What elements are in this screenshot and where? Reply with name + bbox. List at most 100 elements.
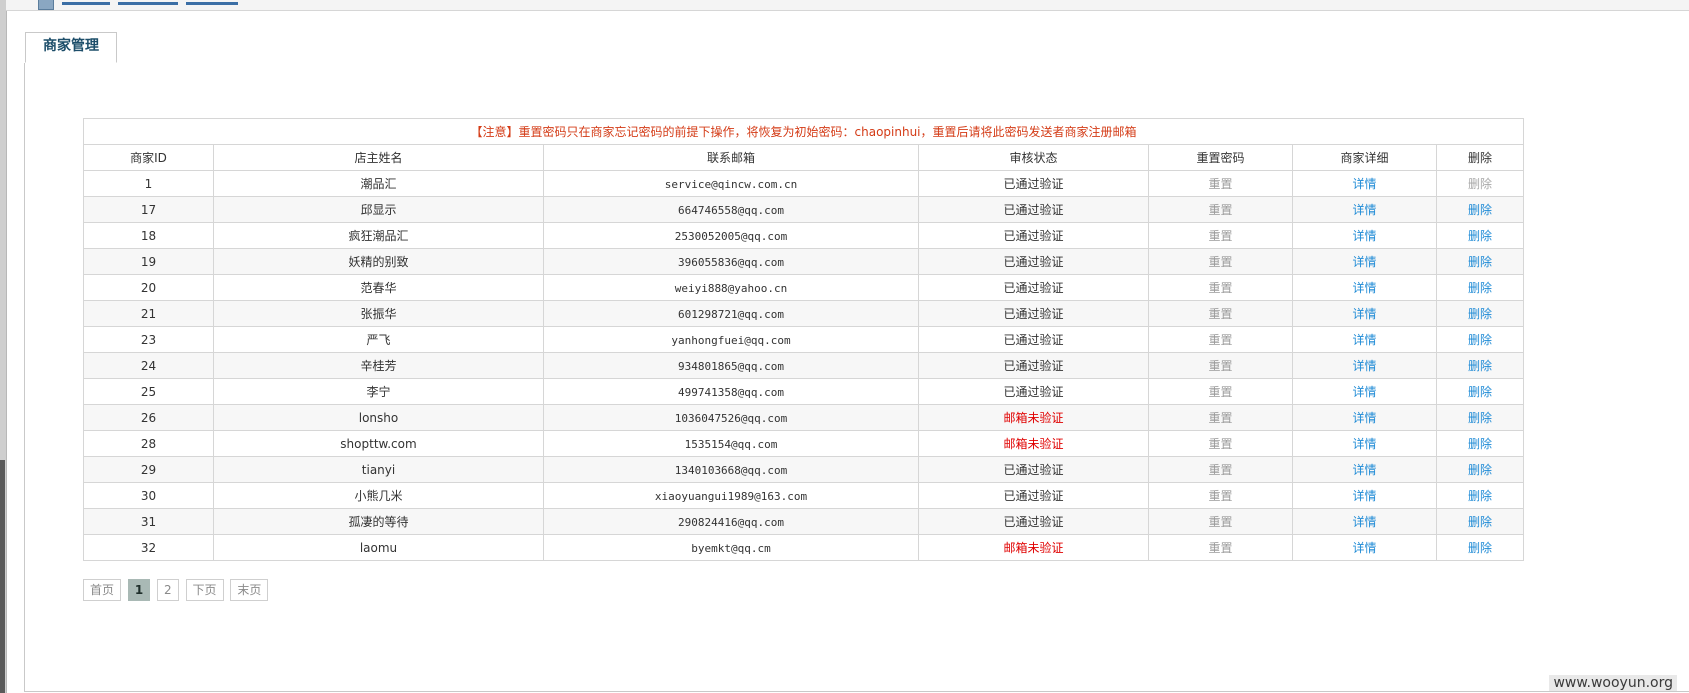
first-page-button[interactable]: 首页 bbox=[83, 579, 122, 601]
reset-password-button[interactable]: 重置 bbox=[1208, 203, 1232, 217]
delete-link-wrap: 删除 bbox=[1435, 274, 1525, 301]
delete-link-wrap: 删除 bbox=[1435, 352, 1525, 379]
page-2-button[interactable]: 2 bbox=[157, 579, 179, 601]
delete-link[interactable]: 删除 bbox=[1468, 203, 1492, 217]
status-cell: 已通过验证 bbox=[1003, 307, 1064, 321]
reset-password-button[interactable]: 重置 bbox=[1208, 177, 1232, 191]
email-cell-wrap: 499741358@qq.com bbox=[543, 378, 919, 405]
merchant-id-cell: 24 bbox=[140, 358, 157, 373]
detail-link-wrap: 详情 bbox=[1292, 456, 1437, 483]
column-header-detail: 商家详细 bbox=[1292, 144, 1437, 171]
email-cell: weiyi888@yahoo.cn bbox=[674, 281, 788, 295]
delete-link[interactable]: 删除 bbox=[1468, 515, 1492, 529]
delete-link[interactable]: 删除 bbox=[1468, 359, 1492, 373]
detail-link[interactable]: 详情 bbox=[1352, 515, 1376, 529]
email-cell-wrap: 934801865@qq.com bbox=[543, 352, 919, 379]
detail-link[interactable]: 详情 bbox=[1352, 203, 1376, 217]
table-row: 25 李宁 499741358@qq.com 已通过验证 重置 详情 删除 bbox=[83, 378, 1525, 405]
detail-link[interactable]: 详情 bbox=[1352, 255, 1376, 269]
last-page-button[interactable]: 末页 bbox=[230, 579, 269, 601]
detail-link[interactable]: 详情 bbox=[1352, 359, 1376, 373]
delete-link[interactable]: 删除 bbox=[1468, 541, 1492, 555]
reset-password-button[interactable]: 重置 bbox=[1208, 281, 1232, 295]
page-1-button[interactable]: 1 bbox=[127, 579, 151, 601]
owner-name-cell-wrap: 疯狂潮品汇 bbox=[213, 222, 544, 249]
reset-password-button[interactable]: 重置 bbox=[1208, 333, 1232, 347]
detail-link[interactable]: 详情 bbox=[1352, 411, 1376, 425]
reset-password-button[interactable]: 重置 bbox=[1208, 229, 1232, 243]
email-cell-wrap: 2530052005@qq.com bbox=[543, 222, 919, 249]
email-cell-wrap: byemkt@qq.cm bbox=[543, 534, 919, 561]
detail-link[interactable]: 详情 bbox=[1352, 489, 1376, 503]
status-cell-wrap: 已通过验证 bbox=[918, 274, 1149, 301]
owner-name-cell-wrap: 范春华 bbox=[213, 274, 544, 301]
detail-link-wrap: 详情 bbox=[1292, 482, 1437, 509]
detail-link[interactable]: 详情 bbox=[1352, 229, 1376, 243]
status-cell: 已通过验证 bbox=[1003, 255, 1064, 269]
detail-link[interactable]: 详情 bbox=[1352, 333, 1376, 347]
delete-link: 删除 bbox=[1468, 177, 1493, 191]
reset-password-button-wrap: 重置 bbox=[1148, 352, 1293, 379]
reset-password-button[interactable]: 重置 bbox=[1208, 411, 1232, 425]
reset-password-button[interactable]: 重置 bbox=[1208, 385, 1232, 399]
email-cell-wrap: yanhongfuei@qq.com bbox=[543, 326, 919, 353]
delete-link[interactable]: 删除 bbox=[1468, 333, 1492, 347]
owner-name-cell-wrap: 辛桂芳 bbox=[213, 352, 544, 379]
detail-link[interactable]: 详情 bbox=[1352, 437, 1376, 451]
status-cell-wrap: 已通过验证 bbox=[918, 170, 1149, 197]
delete-link-wrap: 删除 bbox=[1435, 222, 1525, 249]
email-cell: 396055836@qq.com bbox=[678, 255, 784, 269]
status-cell: 已通过验证 bbox=[1003, 177, 1064, 191]
owner-name-cell: 张振华 bbox=[360, 307, 397, 321]
column-header-owner: 店主姓名 bbox=[213, 144, 544, 171]
delete-link[interactable]: 删除 bbox=[1468, 411, 1492, 425]
reset-password-button-wrap: 重置 bbox=[1148, 404, 1293, 431]
delete-link[interactable]: 删除 bbox=[1468, 255, 1492, 269]
delete-link-wrap: 删除 bbox=[1435, 508, 1525, 535]
delete-link[interactable]: 删除 bbox=[1468, 385, 1492, 399]
status-cell: 邮箱未验证 bbox=[1003, 541, 1064, 555]
detail-link[interactable]: 详情 bbox=[1352, 541, 1376, 555]
delete-link[interactable]: 删除 bbox=[1468, 229, 1492, 243]
delete-link[interactable]: 删除 bbox=[1468, 281, 1492, 295]
table-row: 17 邱显示 664746558@qq.com 已通过验证 重置 详情 删除 bbox=[83, 196, 1525, 223]
owner-name-cell-wrap: 小熊几米 bbox=[213, 482, 544, 509]
detail-link-wrap: 详情 bbox=[1292, 222, 1437, 249]
detail-link[interactable]: 详情 bbox=[1352, 307, 1376, 321]
detail-link[interactable]: 详情 bbox=[1352, 463, 1376, 477]
status-cell: 邮箱未验证 bbox=[1003, 411, 1064, 425]
reset-password-button[interactable]: 重置 bbox=[1208, 515, 1232, 529]
merchant-id-cell-wrap: 17 bbox=[83, 196, 214, 223]
delete-link[interactable]: 删除 bbox=[1468, 307, 1492, 321]
status-cell: 已通过验证 bbox=[1003, 489, 1064, 503]
delete-link[interactable]: 删除 bbox=[1468, 463, 1492, 477]
next-page-button[interactable]: 下页 bbox=[185, 579, 224, 601]
detail-link[interactable]: 详情 bbox=[1352, 385, 1376, 399]
status-cell-wrap: 已通过验证 bbox=[918, 222, 1149, 249]
merchant-id-cell: 30 bbox=[140, 488, 157, 503]
detail-link[interactable]: 详情 bbox=[1352, 177, 1376, 191]
email-cell-wrap: 664746558@qq.com bbox=[543, 196, 919, 223]
breadcrumb-bar bbox=[6, 0, 1689, 11]
email-cell: 1036047526@qq.com bbox=[674, 411, 788, 425]
merchant-table: 【注意】重置密码只在商家忘记密码的前提下操作，将恢复为初始密码：chaopinh… bbox=[82, 118, 1525, 561]
detail-link[interactable]: 详情 bbox=[1352, 281, 1376, 295]
merchant-id-cell: 31 bbox=[140, 514, 157, 529]
reset-password-button[interactable]: 重置 bbox=[1208, 359, 1232, 373]
reset-password-button[interactable]: 重置 bbox=[1208, 463, 1232, 477]
delete-link-wrap: 删除 bbox=[1435, 534, 1525, 561]
reset-password-button[interactable]: 重置 bbox=[1208, 489, 1232, 503]
breadcrumb[interactable] bbox=[62, 0, 282, 8]
status-cell: 已通过验证 bbox=[1003, 385, 1064, 399]
delete-link[interactable]: 删除 bbox=[1468, 489, 1492, 503]
owner-name-cell-wrap: 妖精的别致 bbox=[213, 248, 544, 275]
delete-link[interactable]: 删除 bbox=[1468, 437, 1492, 451]
detail-link-wrap: 详情 bbox=[1292, 326, 1437, 353]
reset-password-button[interactable]: 重置 bbox=[1208, 307, 1232, 321]
reset-password-button-wrap: 重置 bbox=[1148, 508, 1293, 535]
tab-merchant-management[interactable]: 商家管理 bbox=[25, 32, 117, 63]
reset-password-button[interactable]: 重置 bbox=[1208, 255, 1232, 269]
reset-password-button[interactable]: 重置 bbox=[1208, 437, 1232, 451]
reset-password-button[interactable]: 重置 bbox=[1208, 541, 1232, 555]
owner-name-cell: shopttw.com bbox=[340, 436, 417, 451]
